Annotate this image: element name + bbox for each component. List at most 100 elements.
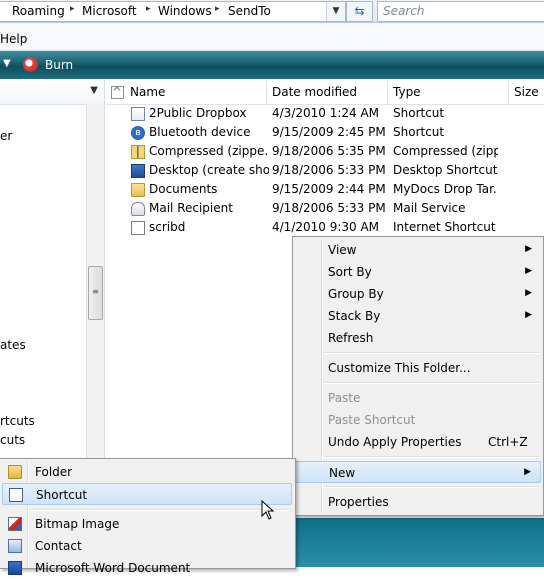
file-name: Bluetooth device xyxy=(149,125,251,139)
menu-item-properties[interactable]: Properties xyxy=(295,491,541,513)
menu-item-paste: Paste xyxy=(295,387,541,409)
column-name-label: Name xyxy=(130,85,166,99)
menu-item-label: New xyxy=(329,466,356,480)
column-type-header[interactable]: Type xyxy=(387,80,509,104)
menu-item-refresh[interactable]: Refresh xyxy=(295,327,541,349)
column-name-header[interactable]: Name ^ xyxy=(106,80,267,104)
word-document-icon xyxy=(8,561,22,575)
nav-item[interactable]: er xyxy=(0,129,12,143)
address-breadcrumb-box[interactable]: Roaming ▸ Microsoft ▸ Windows ▸ SendTo ▼ xyxy=(0,1,346,22)
column-size-label: Size xyxy=(514,85,539,99)
menu-item-label: Paste xyxy=(328,391,361,405)
menu-item-stack-by[interactable]: Stack By ▶ xyxy=(295,305,541,327)
column-date-header[interactable]: Date modified xyxy=(266,80,388,104)
menu-item-view[interactable]: View ▶ xyxy=(295,239,541,261)
menu-item-label: Refresh xyxy=(328,331,374,345)
file-date: 9/15/2009 2:44 PM xyxy=(272,182,386,196)
menu-separator xyxy=(323,352,539,354)
menu-item-undo[interactable]: Undo Apply Properties Ctrl+Z xyxy=(295,431,541,453)
search-placeholder: Search xyxy=(383,4,425,18)
mail-icon xyxy=(131,202,145,216)
documents-icon xyxy=(131,183,145,197)
menu-item-label: Paste Shortcut xyxy=(328,413,416,427)
breadcrumb-microsoft[interactable]: Microsoft xyxy=(82,4,137,18)
file-row[interactable]: 2Public Dropbox 4/3/2010 1:24 AM Shortcu… xyxy=(106,105,544,124)
file-row[interactable]: Documents 9/15/2009 2:44 PM MyDocs Drop … xyxy=(106,181,544,200)
nav-item[interactable]: rtcuts xyxy=(0,414,35,428)
menu-item-customize-folder[interactable]: Customize This Folder... xyxy=(295,357,541,379)
breadcrumb-sendto[interactable]: SendTo xyxy=(228,4,271,18)
menu-item-label: Bitmap Image xyxy=(35,517,120,531)
burn-disc-icon[interactable] xyxy=(23,57,38,72)
file-date: 4/3/2010 1:24 AM xyxy=(272,106,380,120)
menu-item-new[interactable]: New ▶ xyxy=(295,461,541,483)
nav-pane-header[interactable]: ▼ xyxy=(0,80,104,105)
submenu-arrow-icon: ▶ xyxy=(524,467,531,477)
menu-item-label: Group By xyxy=(328,287,384,301)
search-input[interactable]: Search xyxy=(377,1,544,22)
menu-separator xyxy=(323,486,539,488)
file-type: Internet Shortcut xyxy=(393,220,496,234)
breadcrumb-separator-icon[interactable]: ▸ xyxy=(146,4,151,14)
submenu-item-bitmap[interactable]: Bitmap Image xyxy=(2,513,292,535)
menu-item-group-by[interactable]: Group By ▶ xyxy=(295,283,541,305)
file-name: scribd xyxy=(149,220,186,234)
shortcut-icon xyxy=(9,488,23,502)
menu-item-label: Shortcut xyxy=(36,488,88,502)
menu-help[interactable]: Help xyxy=(0,32,27,46)
breadcrumb-separator-icon[interactable]: ▸ xyxy=(70,4,75,14)
menu-item-sort-by[interactable]: Sort By ▶ xyxy=(295,261,541,283)
file-date: 9/18/2006 5:33 PM xyxy=(272,163,386,177)
nav-item[interactable]: ates xyxy=(0,338,26,352)
breadcrumb-separator-icon[interactable]: ▸ xyxy=(215,4,220,14)
submenu-item-shortcut[interactable]: Shortcut xyxy=(2,483,292,505)
file-row[interactable]: Compressed (zippe... 9/18/2006 5:35 PM C… xyxy=(106,143,544,162)
submenu-arrow-icon: ▶ xyxy=(525,288,532,298)
breadcrumb-windows[interactable]: Windows xyxy=(158,4,212,18)
submenu-item-folder[interactable]: Folder xyxy=(2,461,292,483)
file-name: Mail Recipient xyxy=(149,201,233,215)
sort-ascending-icon: ^ xyxy=(112,85,123,99)
submenu-item-word-document[interactable]: Microsoft Word Document xyxy=(2,557,292,579)
file-type: MyDocs Drop Tar... xyxy=(393,182,498,196)
folder-icon xyxy=(8,465,22,479)
menu-separator xyxy=(323,382,539,384)
chevron-down-icon[interactable]: ▼ xyxy=(90,85,98,96)
file-date: 9/18/2006 5:35 PM xyxy=(272,144,386,158)
menu-item-label: Contact xyxy=(35,539,82,553)
scrollbar-thumb[interactable]: ≡ xyxy=(88,266,103,320)
file-name: Documents xyxy=(149,182,218,196)
breadcrumb-roaming[interactable]: Roaming xyxy=(12,4,65,18)
file-type: Mail Service xyxy=(393,201,466,215)
menu-item-label: View xyxy=(328,243,357,257)
menu-item-label: Folder xyxy=(35,465,73,479)
file-row[interactable]: ʙ Bluetooth device 9/15/2009 2:45 PM Sho… xyxy=(106,124,544,143)
file-row[interactable]: Mail Recipient 9/18/2006 5:33 PM Mail Se… xyxy=(106,200,544,219)
file-date: 4/1/2010 9:30 AM xyxy=(272,220,380,234)
menu-item-label: Properties xyxy=(328,495,389,509)
file-date: 9/18/2006 5:33 PM xyxy=(272,201,386,215)
file-name: 2Public Dropbox xyxy=(149,106,247,120)
refresh-icon[interactable]: ⇆ xyxy=(346,1,373,22)
file-type: Desktop Shortcut xyxy=(393,163,498,177)
menu-separator xyxy=(30,509,290,511)
menu-item-label: Microsoft Word Document xyxy=(35,561,191,575)
chevron-down-icon[interactable]: ▼ xyxy=(3,58,11,69)
file-type: Compressed (zipp... xyxy=(393,144,498,158)
nav-item[interactable]: cuts xyxy=(0,433,25,447)
address-dropdown-icon[interactable]: ▼ xyxy=(326,2,345,21)
file-type: Shortcut xyxy=(393,106,445,120)
submenu-item-contact[interactable]: Contact xyxy=(2,535,292,557)
submenu-arrow-icon: ▶ xyxy=(525,310,532,320)
keyboard-shortcut-label: Ctrl+Z xyxy=(488,435,528,449)
burn-button[interactable]: Burn xyxy=(45,58,73,72)
menu-item-label: Stack By xyxy=(328,309,381,323)
nav-scrollbar[interactable]: ≡ xyxy=(86,104,104,460)
column-type-label: Type xyxy=(393,85,421,99)
file-row[interactable]: Desktop (create sho... 9/18/2006 5:33 PM… xyxy=(106,162,544,181)
file-name: Desktop (create sho... xyxy=(149,163,269,177)
column-size-header[interactable]: Size xyxy=(508,80,544,104)
column-date-label: Date modified xyxy=(272,85,358,99)
desktop-icon xyxy=(131,164,145,178)
zip-folder-icon xyxy=(131,145,145,159)
